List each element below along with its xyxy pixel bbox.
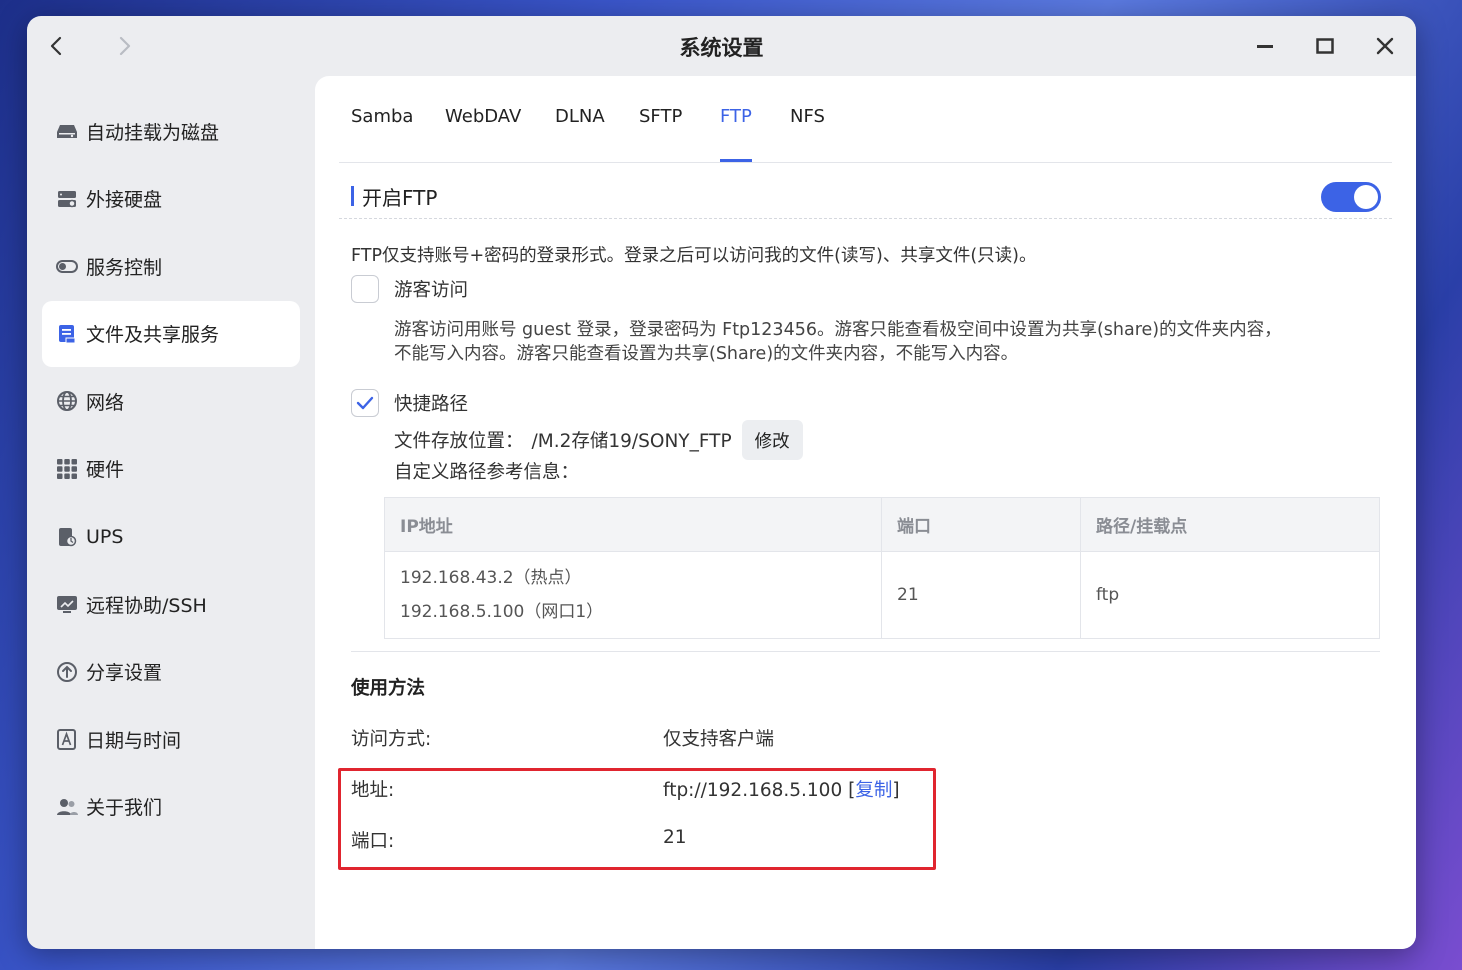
path-reference-label: 自定义路径参考信息： — [394, 462, 580, 483]
sidebar-item-label: 网络 — [86, 391, 125, 414]
shortcut-path-checkbox[interactable] — [351, 389, 379, 417]
sidebar-item-label: 硬件 — [86, 459, 125, 482]
storage-location-value: /M.2存储19/SONY_FTP — [531, 431, 732, 452]
sidebar-item-remote-ssh[interactable]: 远程协助/SSH — [42, 571, 300, 637]
drive-icon — [56, 120, 78, 142]
settings-window: 系统设置 自动挂载为磁盘 外接硬盘 服务控制 文件及共享服务 网络 硬件 UPS… — [27, 16, 1416, 949]
guest-access-label: 游客访问 — [394, 280, 469, 301]
column-header-port: 端口 — [881, 497, 1081, 552]
tab-nfs[interactable]: NFS — [790, 104, 825, 161]
ip-line: 192.168.5.100（网口1） — [400, 602, 604, 622]
table-header-row: IP地址 端口 路径/挂载点 — [384, 497, 1380, 552]
sidebar-item-service-control[interactable]: 服务控制 — [42, 233, 300, 299]
table-row: 192.168.43.2（热点） 192.168.5.100（网口1） 21 f… — [384, 551, 1380, 639]
path-info-table: IP地址 端口 路径/挂载点 192.168.43.2（热点） 192.168.… — [384, 497, 1380, 639]
section-accent-bar — [351, 186, 354, 206]
port-cell: 21 — [881, 551, 1081, 639]
guest-desc-line-1: 游客访问用账号 guest 登录，登录密码为 Ftp123456。游客只能查看极… — [394, 320, 1282, 340]
sidebar-item-date-time[interactable]: 日期与时间 — [42, 706, 300, 772]
sidebar-item-label: 自动挂载为磁盘 — [86, 121, 220, 144]
tab-ftp[interactable]: FTP — [720, 104, 752, 162]
storage-location-row: 文件存放位置： /M.2存储19/SONY_FTP 修改 — [394, 420, 803, 460]
users-icon — [56, 796, 78, 818]
ftp-section-title: 开启FTP — [362, 186, 438, 210]
sidebar-item-auto-mount[interactable]: 自动挂载为磁盘 — [42, 98, 300, 164]
remote-icon — [56, 593, 78, 615]
close-button[interactable] — [1372, 33, 1398, 59]
globe-icon — [56, 390, 78, 412]
sidebar-item-label: 文件及共享服务 — [86, 324, 220, 347]
column-header-path: 路径/挂载点 — [1080, 497, 1380, 552]
path-cell: ftp — [1080, 551, 1380, 639]
sidebar-item-label: 关于我们 — [86, 797, 163, 820]
ftp-section-header: 开启FTP — [339, 172, 1392, 219]
maximize-icon — [1316, 38, 1334, 54]
edit-location-button[interactable]: 修改 — [741, 420, 803, 460]
shortcut-path-label: 快捷路径 — [394, 394, 469, 415]
minimize-icon — [1257, 45, 1273, 48]
grid-icon — [56, 458, 78, 480]
tab-samba[interactable]: Samba — [351, 104, 413, 161]
access-method-label: 访问方式: — [351, 729, 432, 750]
sidebar-item-label: 日期与时间 — [86, 729, 182, 752]
title-bar: 系统设置 — [27, 16, 1416, 76]
access-method-value: 仅支持客户端 — [663, 729, 775, 750]
usage-title: 使用方法 — [351, 678, 426, 699]
sidebar-item-label: 远程协助/SSH — [86, 594, 207, 617]
sidebar-item-external-disk[interactable]: 外接硬盘 — [42, 166, 300, 232]
checkmark-icon — [356, 396, 374, 410]
storage-location-label: 文件存放位置： — [394, 431, 524, 452]
ups-icon — [56, 526, 78, 548]
sidebar-item-ups[interactable]: UPS — [42, 504, 300, 570]
sidebar-item-label: 外接硬盘 — [86, 189, 163, 212]
ip-line: 192.168.43.2（热点） — [400, 568, 582, 588]
sidebar-item-label: 服务控制 — [86, 256, 163, 279]
share-icon — [56, 661, 78, 683]
sidebar-item-label: 分享设置 — [86, 662, 163, 685]
toggle-icon — [56, 255, 78, 277]
highlight-annotation-box — [338, 768, 936, 870]
maximize-button[interactable] — [1312, 33, 1338, 59]
calendar-icon — [56, 728, 78, 751]
sidebar: 自动挂载为磁盘 外接硬盘 服务控制 文件及共享服务 网络 硬件 UPS 远程协助… — [42, 98, 300, 842]
tab-sftp[interactable]: SFTP — [639, 104, 682, 161]
sidebar-item-share-settings[interactable]: 分享设置 — [42, 639, 300, 705]
divider — [351, 651, 1380, 652]
ip-cell: 192.168.43.2（热点） 192.168.5.100（网口1） — [384, 551, 882, 639]
sidebar-item-about[interactable]: 关于我们 — [42, 774, 300, 840]
sidebar-item-network[interactable]: 网络 — [42, 368, 300, 434]
sidebar-item-file-share[interactable]: 文件及共享服务 — [42, 300, 300, 367]
ftp-description: FTP仅支持账号+密码的登录形式。登录之后可以访问我的文件(读写)、共享文件(只… — [351, 246, 1037, 266]
external-disk-icon — [56, 188, 78, 210]
tab-bar: Samba WebDAV DLNA SFTP FTP NFS — [339, 104, 1392, 163]
main-content: Samba WebDAV DLNA SFTP FTP NFS 开启FTP FTP… — [315, 76, 1416, 949]
file-share-icon — [56, 323, 78, 345]
tab-webdav[interactable]: WebDAV — [445, 104, 521, 161]
window-title: 系统设置 — [679, 36, 764, 60]
column-header-ip: IP地址 — [384, 497, 882, 552]
close-icon — [1376, 37, 1394, 55]
sidebar-item-hardware[interactable]: 硬件 — [42, 436, 300, 502]
guest-desc-line-2: 不能写入内容。游客只能查看设置为共享(Share)的文件夹内容，不能写入内容。 — [394, 344, 1019, 364]
guest-access-checkbox[interactable] — [351, 275, 379, 303]
sidebar-item-label: UPS — [86, 525, 124, 548]
toggle-knob — [1354, 185, 1378, 209]
tab-dlna[interactable]: DLNA — [555, 104, 605, 161]
guest-access-description: 游客访问用账号 guest 登录，登录密码为 Ftp123456。游客只能查看极… — [394, 318, 1384, 366]
minimize-button[interactable] — [1252, 33, 1278, 59]
ftp-enable-toggle[interactable] — [1321, 182, 1381, 212]
